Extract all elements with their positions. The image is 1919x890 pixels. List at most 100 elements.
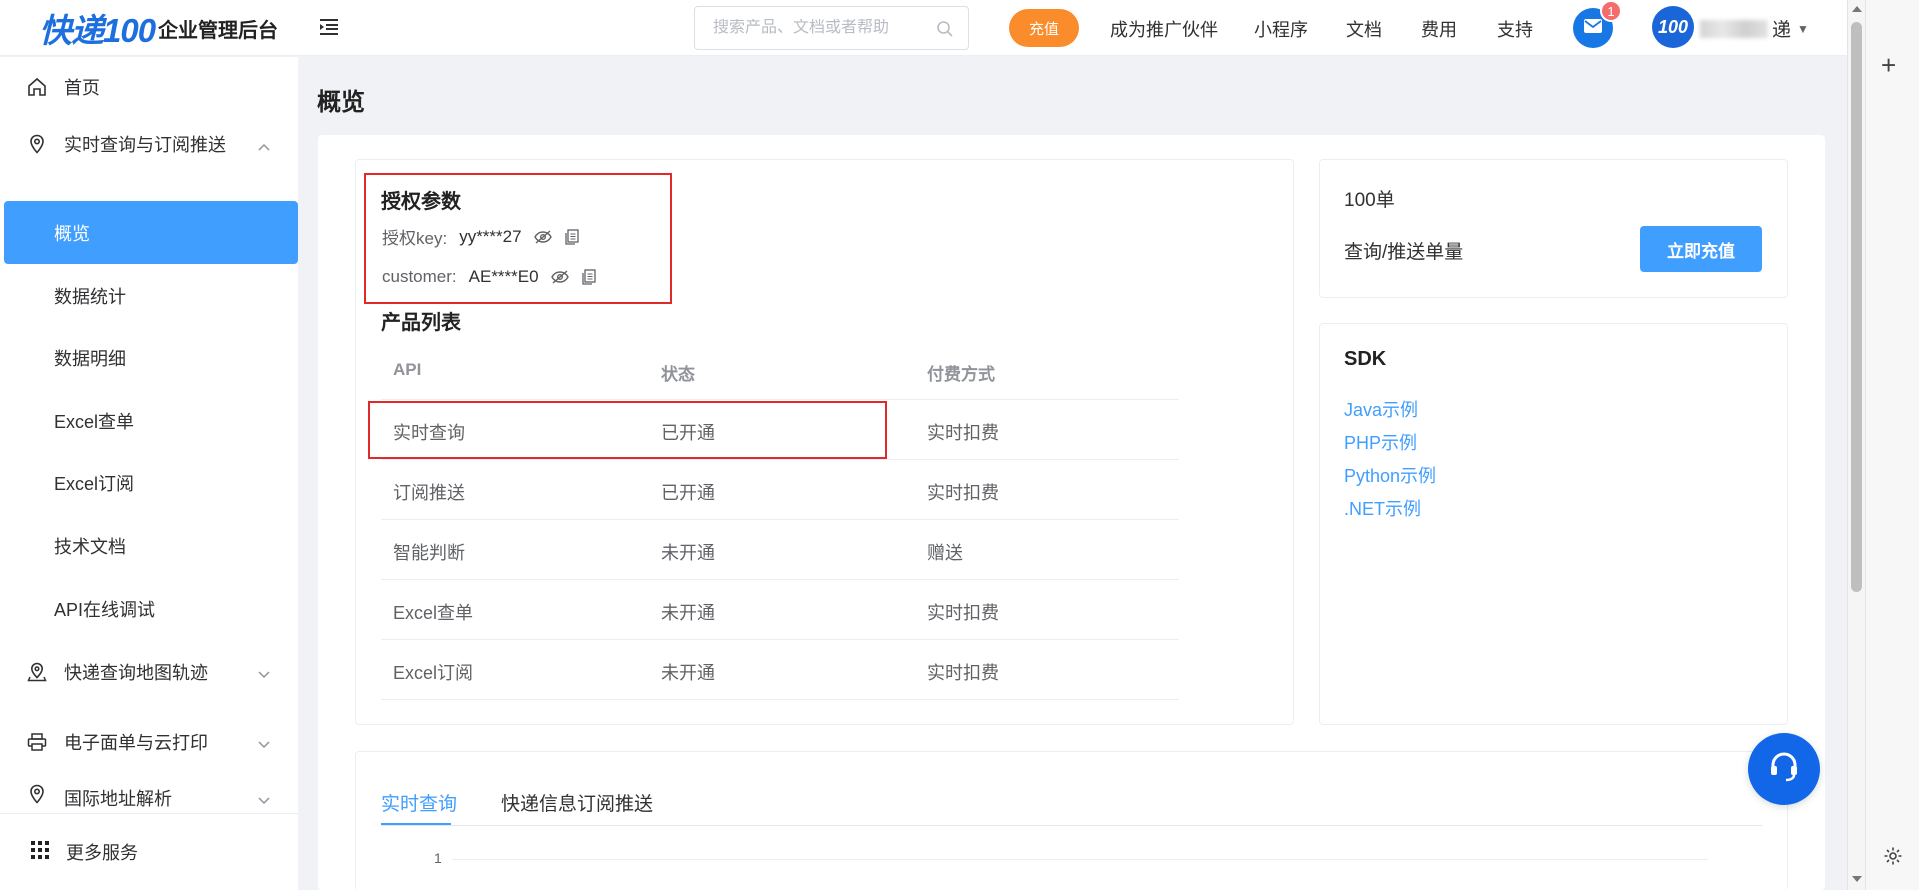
- column-header: 状态: [661, 365, 695, 384]
- chevron-down-icon: [258, 792, 270, 810]
- sidebar-item-details[interactable]: 数据明细: [4, 326, 298, 389]
- sidebar-item-excel-query[interactable]: Excel查单: [4, 389, 298, 452]
- sidebar-item-home[interactable]: 首页: [0, 57, 298, 117]
- auth-title: 授权参数: [381, 191, 461, 213]
- product-list-title: 产品列表: [381, 312, 461, 334]
- sidebar-item-label: 数据统计: [54, 286, 126, 307]
- page-scrollbar[interactable]: [1847, 0, 1865, 890]
- scroll-down-arrow-icon[interactable]: [1852, 876, 1862, 882]
- sidebar-item-overview[interactable]: 概览: [4, 201, 298, 264]
- mail-icon: [1584, 18, 1602, 38]
- chevron-down-icon: [258, 666, 270, 684]
- sidebar-item-tech-docs[interactable]: 技术文档: [4, 514, 298, 577]
- sdk-link-dotnet[interactable]: .NET示例: [1344, 495, 1421, 521]
- search-box[interactable]: [694, 6, 969, 50]
- eye-off-icon[interactable]: [533, 229, 552, 244]
- sidebar-group-map[interactable]: 快递查询地图轨迹: [0, 642, 298, 702]
- recharge-top-button[interactable]: 充值: [1009, 9, 1079, 47]
- sidebar-item-statistics[interactable]: 数据统计: [4, 264, 298, 327]
- active-tab-indicator: [381, 823, 451, 825]
- chart-gridline: [452, 859, 1708, 860]
- app-title: 企业管理后台: [158, 20, 278, 42]
- sidebar-item-label: 概览: [54, 223, 90, 244]
- sidebar-item-label: 快递查询地图轨迹: [64, 663, 208, 683]
- search-input[interactable]: [713, 19, 923, 37]
- tab-divider: [381, 825, 1762, 826]
- chart-y-tick: 1: [434, 850, 442, 866]
- sdk-title: SDK: [1344, 348, 1387, 370]
- logo[interactable]: 快递100: [39, 8, 156, 49]
- copy-icon[interactable]: [581, 269, 597, 285]
- sidebar-item-label: 实时查询与订阅推送: [64, 135, 226, 155]
- sdk-link-php[interactable]: PHP示例: [1344, 429, 1417, 455]
- table-cell: 赠送: [927, 543, 963, 563]
- auth-customer-value: AE****E0: [468, 267, 539, 286]
- table-cell: 未开通: [661, 663, 715, 683]
- mail-badge: 1: [1600, 0, 1622, 22]
- nav-mini-program[interactable]: 小程序: [1254, 16, 1308, 42]
- plus-icon[interactable]: +: [1881, 52, 1896, 78]
- table-cell: 实时扣费: [927, 423, 999, 443]
- user-menu[interactable]: 递 ▼: [1700, 15, 1809, 42]
- auth-customer-label: customer:: [382, 267, 457, 286]
- column-header: 付费方式: [927, 365, 995, 384]
- sidebar-item-api-debug[interactable]: API在线调试: [4, 577, 298, 640]
- sidebar-group-intl[interactable]: 国际地址解析: [0, 782, 298, 812]
- table-cell: 实时扣费: [927, 483, 999, 503]
- sdk-panel: [1319, 323, 1788, 725]
- tab-subscription-push[interactable]: 快递信息订阅推送: [501, 789, 653, 816]
- customer-support-button[interactable]: [1748, 733, 1820, 805]
- auth-key-value: yy****27: [459, 226, 522, 246]
- auth-key-row: 授权key: yy****27: [382, 224, 580, 249]
- grid-icon: [31, 841, 49, 864]
- sidebar-item-label: Excel查单: [54, 411, 135, 432]
- page-title: 概览: [317, 89, 365, 116]
- search-icon[interactable]: [936, 20, 954, 43]
- nav-support[interactable]: 支持: [1497, 16, 1533, 42]
- nav-docs[interactable]: 文档: [1346, 16, 1382, 42]
- table-cell: 实时扣费: [927, 663, 999, 683]
- sidebar-item-excel-subscribe[interactable]: Excel订阅: [4, 451, 298, 514]
- home-icon: [27, 77, 47, 102]
- sdk-link-python[interactable]: Python示例: [1344, 462, 1436, 488]
- table-row: 订阅推送 已开通 实时扣费: [381, 460, 1179, 520]
- more-services-button[interactable]: 更多服务: [0, 813, 298, 890]
- highlight-box-row: [368, 401, 887, 459]
- location-pin-icon: [27, 784, 47, 809]
- menu-collapse-icon[interactable]: [318, 16, 340, 38]
- table-cell: 未开通: [661, 603, 715, 623]
- top-header: 快递100 企业管理后台 充值: [0, 0, 1847, 56]
- column-header: API: [393, 360, 422, 379]
- map-pin-icon: [27, 662, 47, 687]
- sidebar-group-realtime[interactable]: 实时查询与订阅推送: [0, 114, 298, 174]
- tab-realtime-query[interactable]: 实时查询: [381, 789, 457, 816]
- table-row: Excel查单 未开通 实时扣费: [381, 580, 1179, 640]
- table-cell: 订阅推送: [393, 483, 465, 503]
- sidebar: 首页 实时查询与订阅推送 概览 数据统计 数据明细 Excel查单 Excel订…: [0, 57, 298, 890]
- table-row: 智能判断 未开通 赠送: [381, 520, 1179, 580]
- nav-promo-partner[interactable]: 成为推广伙伴: [1110, 16, 1218, 42]
- avatar[interactable]: 100: [1652, 6, 1694, 48]
- sidebar-item-label: 数据明细: [54, 348, 126, 369]
- chart-panel: [355, 751, 1788, 890]
- copy-icon[interactable]: [564, 228, 580, 245]
- sdk-link-java[interactable]: Java示例: [1344, 396, 1418, 422]
- eye-off-icon[interactable]: [550, 270, 569, 284]
- gear-icon[interactable]: [1883, 846, 1903, 871]
- chevron-up-icon: [258, 138, 270, 156]
- recharge-now-button[interactable]: 立即充值: [1640, 226, 1762, 272]
- sidebar-item-label: API在线调试: [54, 599, 156, 620]
- sidebar-item-label: 首页: [64, 78, 100, 98]
- browser-side-panel: +: [1865, 0, 1919, 890]
- table-cell: Excel查单: [393, 603, 474, 623]
- table-cell: 智能判断: [393, 543, 465, 563]
- printer-icon: [27, 732, 47, 757]
- logo-text: 快递100: [39, 12, 156, 49]
- scrollbar-thumb[interactable]: [1851, 22, 1862, 592]
- location-pin-icon: [27, 134, 47, 159]
- sidebar-item-label: 国际地址解析: [64, 789, 172, 809]
- auth-customer-row: customer: AE****E0: [382, 267, 597, 287]
- scroll-up-arrow-icon[interactable]: [1852, 6, 1862, 12]
- nav-pricing[interactable]: 费用: [1421, 16, 1457, 42]
- sidebar-group-print[interactable]: 电子面单与云打印: [0, 712, 298, 772]
